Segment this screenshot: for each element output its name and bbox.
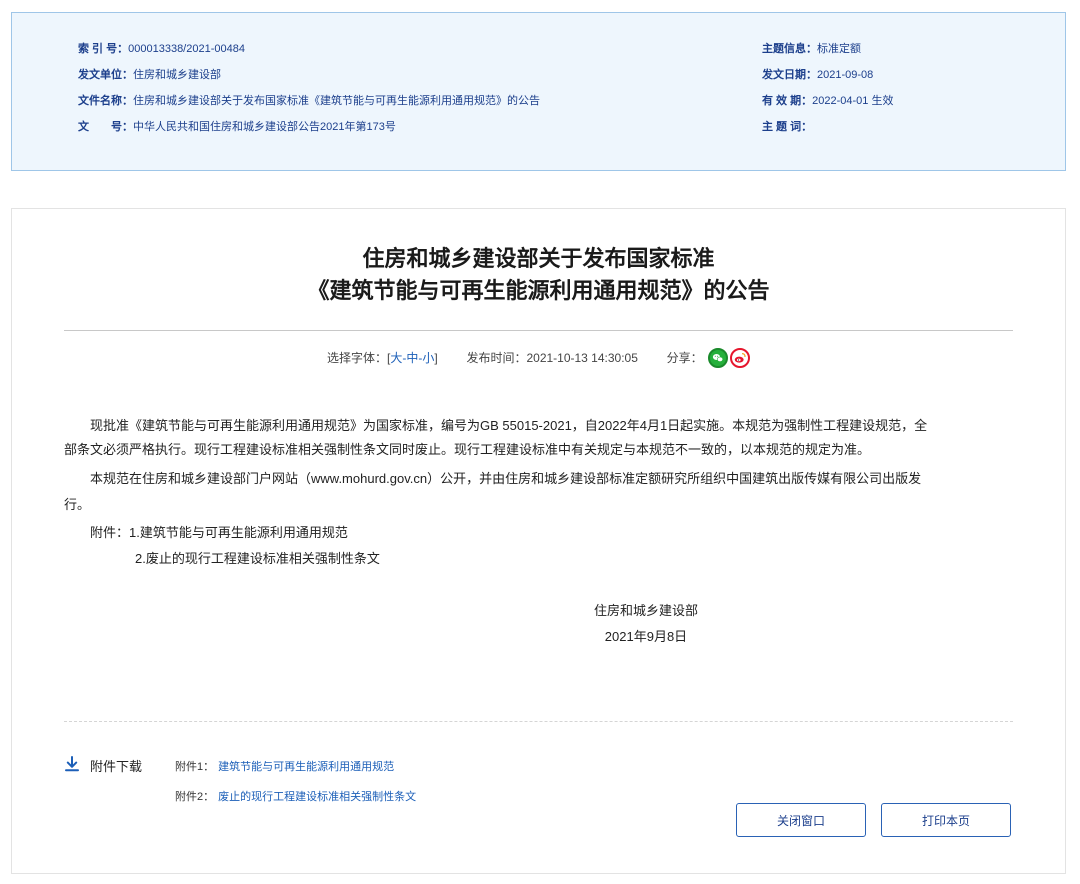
meta-date-row: 发文日期：2021-09-08 [762, 68, 873, 82]
meta-docnum-row: 文 号：中华人民共和国住房和城乡建设部公告2021年第173号 [78, 120, 396, 134]
font-size-large-link[interactable]: 大 [390, 351, 402, 365]
signature-date: 2021年9月8日 [604, 629, 688, 644]
download-item-2: 附件2： 废止的现行工程建设标准相关强制性条文 [175, 788, 416, 804]
attachment-line-2: 2.废止的现行工程建设标准相关强制性条文 [64, 547, 1010, 571]
meta-filename-label: 文件名称： [78, 95, 133, 107]
download-section-heading: 附件下载 [64, 756, 142, 777]
weibo-share-icon[interactable] [729, 347, 750, 368]
font-size-close: ] [434, 351, 438, 365]
article-title-line2: 《建筑节能与可再生能源利用通用规范》的公告 [307, 278, 770, 303]
publish-time-value: 2021-10-13 14:30:05 [526, 351, 638, 365]
meta-issuer-value: 住房和城乡建设部 [133, 69, 221, 81]
meta-topic-row: 主题信息：标准定额 [762, 42, 861, 56]
paragraph-1-text-a: 现批准《建筑节能与可再生能源利用通用规范》为国家标准，编号为GB 55015-2… [90, 418, 928, 433]
download-item-label: 附件1： [175, 761, 215, 773]
share-label: 分享： [666, 351, 703, 365]
download-divider [64, 721, 1013, 722]
paragraph-2-text-a: 本规范在住房和城乡建设部门户网站（www.mohurd.gov.cn）公开，并由… [90, 471, 922, 486]
download-link-1[interactable]: 建筑节能与可再生能源利用通用规范 [218, 761, 394, 773]
meta-validity-row: 有 效 期：2022-04-01 生效 [762, 94, 893, 108]
meta-keyword-label: 主 题 词： [762, 121, 813, 133]
font-size-label: 选择字体：[ [327, 351, 391, 365]
attachment-item-1: 1.建筑节能与可再生能源利用通用规范 [129, 525, 348, 540]
paragraph-2-line-1: 本规范在住房和城乡建设部门户网站（www.mohurd.gov.cn）公开，并由… [64, 467, 1010, 491]
print-page-button[interactable]: 打印本页 [881, 803, 1011, 837]
download-link-2[interactable]: 废止的现行工程建设标准相关强制性条文 [218, 791, 416, 803]
meta-validity-value: 2022-04-01 生效 [812, 95, 894, 107]
meta-date-value: 2021-09-08 [817, 69, 874, 81]
title-divider [64, 330, 1013, 331]
meta-index-label: 索 引 号： [78, 43, 129, 55]
paragraph-2-line-2: 行。 [64, 497, 91, 512]
article-card: 住房和城乡建设部关于发布国家标准 《建筑节能与可再生能源利用通用规范》的公告 选… [11, 208, 1066, 874]
font-size-medium-link[interactable]: 中 [406, 351, 418, 365]
metadata-panel: 索 引 号：000013338/2021-00484 发文单位：住房和城乡建设部… [11, 12, 1066, 171]
meta-issuer-row: 发文单位：住房和城乡建设部 [78, 68, 221, 82]
article-title-line1: 住房和城乡建设部关于发布国家标准 [362, 246, 715, 271]
meta-index-value: 000013338/2021-00484 [128, 43, 245, 55]
meta-topic-value: 标准定额 [817, 43, 861, 55]
paragraph-1-line-2: 部条文必须严格执行。现行工程建设标准相关强制性条文同时废止。现行工程建设标准中有… [64, 442, 871, 457]
meta-filename-row: 文件名称：住房和城乡建设部关于发布国家标准《建筑节能与可再生能源利用通用规范》的… [78, 94, 540, 108]
wechat-share-icon[interactable] [707, 347, 728, 368]
download-icon [64, 756, 80, 775]
meta-date-label: 发文日期： [762, 69, 817, 81]
paragraph-1-line-1: 现批准《建筑节能与可再生能源利用通用规范》为国家标准，编号为GB 55015-2… [64, 414, 1010, 438]
meta-topic-label: 主题信息： [762, 43, 817, 55]
meta-issuer-label: 发文单位： [78, 69, 133, 81]
attachment-label: 附件： [90, 525, 130, 540]
meta-docnum-value: 中华人民共和国住房和城乡建设部公告2021年第173号 [133, 121, 396, 133]
meta-filename-value: 住房和城乡建设部关于发布国家标准《建筑节能与可再生能源利用通用规范》的公告 [133, 95, 540, 107]
article-info-bar: 选择字体：[大-中-小] 发布时间：2021-10-13 14:30:05 分享… [12, 347, 1065, 369]
meta-keyword-row: 主 题 词： [762, 120, 812, 134]
publish-time-label: 发布时间： [466, 351, 527, 365]
close-window-button[interactable]: 关闭窗口 [736, 803, 866, 837]
download-heading-text: 附件下载 [90, 759, 143, 774]
meta-index-row: 索 引 号：000013338/2021-00484 [78, 42, 245, 56]
download-item-1: 附件1： 建筑节能与可再生能源利用通用规范 [175, 758, 394, 774]
meta-validity-label: 有 效 期： [762, 95, 813, 107]
attachment-item-2: 2.废止的现行工程建设标准相关强制性条文 [135, 551, 380, 566]
font-size-small-link[interactable]: 小 [422, 351, 434, 365]
attachment-line-1: 附件：1.建筑节能与可再生能源利用通用规范 [64, 521, 1010, 545]
meta-docnum-label: 文 号： [78, 121, 133, 133]
signature-issuer: 住房和城乡建设部 [593, 603, 698, 618]
download-item-label: 附件2： [175, 791, 215, 803]
